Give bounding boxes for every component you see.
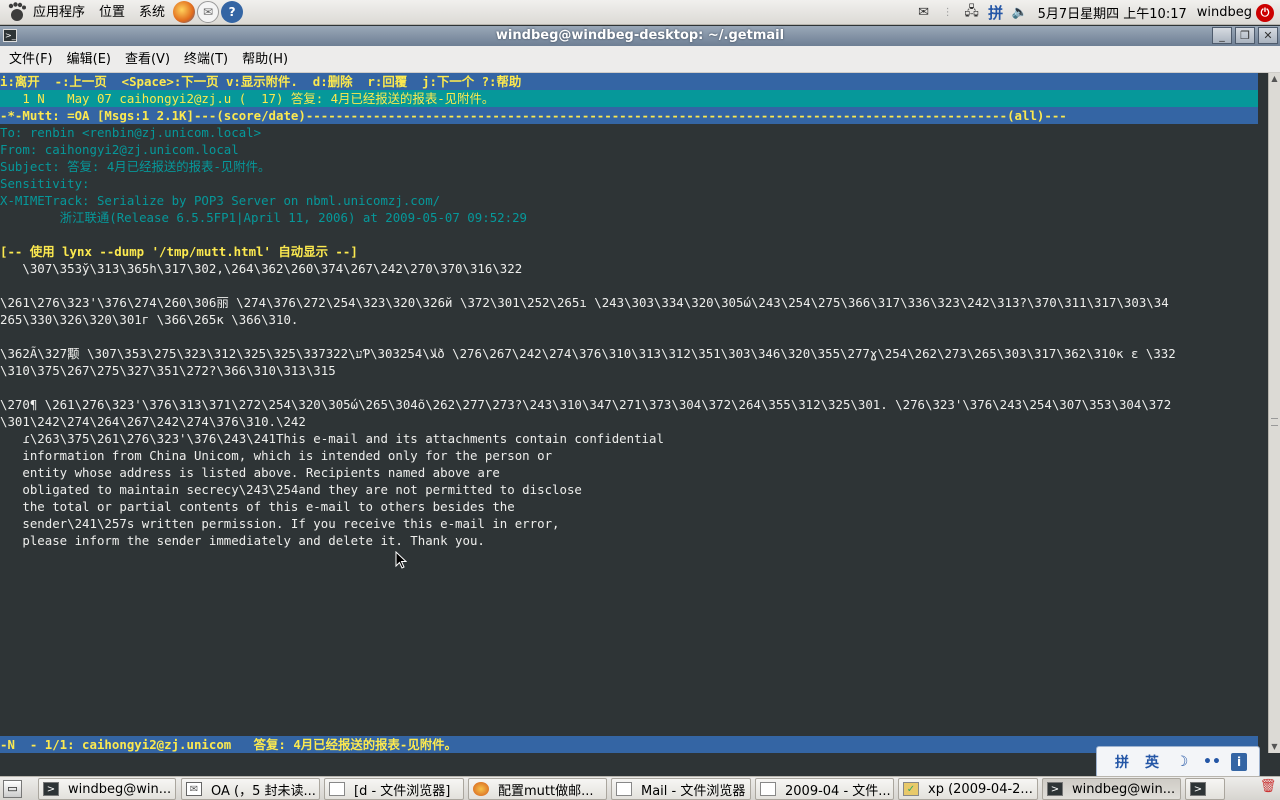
volume-icon[interactable]: 🔈 <box>1010 4 1030 22</box>
ime-pinyin-button[interactable]: 拼 <box>1111 751 1133 773</box>
help-launcher-icon[interactable]: ? <box>221 1 244 23</box>
mail-launcher-icon[interactable]: ✉ <box>197 1 220 23</box>
system-menu[interactable]: 系统 <box>132 0 172 25</box>
menu-terminal[interactable]: 终端(T) <box>177 46 235 73</box>
scroll-up-arrow-icon[interactable]: ▲ <box>1269 73 1280 85</box>
body-line: 265\330\326\320\301г \366\265ĸ \366\310. <box>0 312 299 327</box>
body-line <box>0 328 1258 345</box>
menu-file[interactable]: 文件(F) <box>2 46 60 73</box>
gnome-foot-icon <box>8 2 26 21</box>
file-browser-icon <box>329 782 345 796</box>
task-terminal-2[interactable]: > windbeg@win... <box>1042 778 1181 800</box>
task-mail[interactable]: ✉ OA (，5 封未读... <box>181 778 320 800</box>
top-panel: 应用程序 位置 系统 ✉ ? ✉ ⋮ 🖧 拼 🔈 5月7日星期四 上午10:17… <box>0 0 1280 25</box>
body-line: sender\241\257s written permission. If y… <box>0 516 560 531</box>
menu-edit[interactable]: 编辑(E) <box>60 46 118 73</box>
body-line: please inform the sender immediately and… <box>0 533 485 548</box>
header-sensitivity: Sensitivity: <box>0 176 90 191</box>
mutt-pager-status: -N - 1/1: caihongyi2@zj.unicom 答复: 4月已经报… <box>0 736 1258 753</box>
terminal-icon: > <box>1047 782 1063 796</box>
scroll-down-arrow-icon[interactable]: ▼ <box>1269 741 1280 753</box>
file-browser-icon <box>760 782 776 796</box>
firefox-launcher-icon[interactable] <box>173 1 196 23</box>
task-label: Mail - 文件浏览器 <box>641 783 746 799</box>
task-firefox[interactable]: 配置mutt做邮... <box>468 778 607 800</box>
applications-menu[interactable]: 应用程序 <box>0 0 92 25</box>
mutt-index-selected-message[interactable]: 1 N May 07 caihongyi2@zj.u ( 17) 答复: 4月已… <box>0 90 1258 107</box>
power-icon[interactable]: ⏻ <box>1256 3 1274 22</box>
trash-icon[interactable]: 🗑 <box>1259 779 1277 799</box>
mail-icon: ✉ <box>186 782 202 796</box>
mutt-help-line: i:离开 -:上一页 <Space>:下一页 v:显示附件. d:删除 r:回覆… <box>0 73 1258 90</box>
body-line <box>0 379 1258 396</box>
task-terminal-1[interactable]: > windbeg@win... <box>38 778 176 800</box>
network-icon[interactable]: 🖧 <box>962 4 982 22</box>
ime-english-toggle[interactable]: 英 <box>1141 751 1163 773</box>
handle-icon: ⋮ <box>942 7 953 18</box>
task-label: [d - 文件浏览器] <box>354 783 451 799</box>
menu-view[interactable]: 查看(V) <box>118 46 177 73</box>
maximize-button[interactable]: ❐ <box>1235 27 1255 44</box>
body-line: entity whose address is listed above. Re… <box>0 465 500 480</box>
terminal-menubar: 文件(F) 编辑(E) 查看(V) 终端(T) 帮助(H) <box>0 46 1280 73</box>
minimize-button[interactable]: _ <box>1212 27 1232 44</box>
body-line <box>0 277 1258 294</box>
header-to: To: renbin <renbin@zj.unicom.local> <box>0 125 262 140</box>
body-line: obligated to maintain secrecy\243\254and… <box>0 482 582 497</box>
ime-info-icon[interactable]: i <box>1231 753 1247 771</box>
terminal-screen[interactable]: i:离开 -:上一页 <Space>:下一页 v:显示附件. d:删除 r:回覆… <box>0 73 1268 753</box>
ime-toolbar[interactable]: 拼 英 ☽ •• i <box>1096 746 1260 778</box>
show-desktop-icon[interactable]: ▭ <box>3 780 22 798</box>
menu-help[interactable]: 帮助(H) <box>235 46 295 73</box>
attachment-notice: [-- 使用 lynx --dump '/tmp/mutt.html' 自动显示… <box>0 244 358 259</box>
body-line: \261\276\323'\376\274\260\306丽 \274\376\… <box>0 295 1169 310</box>
body-line: \362Ã\327颙 \307\353\275\323\312\325\325\… <box>0 346 1176 361</box>
applications-menu-label: 应用程序 <box>33 4 86 20</box>
ime-indicator[interactable]: 拼 <box>986 4 1006 22</box>
task-label: xp (2009-04-2... <box>928 781 1033 797</box>
header-x-mimetrack: X-MIMETrack: Serialize by POP3 Server on… <box>0 193 441 208</box>
terminal-icon: > <box>43 782 59 796</box>
body-line: ɾ\263\375\261\276\323'\376\243\241This e… <box>0 431 664 446</box>
image-viewer-icon: ✓ <box>903 782 919 796</box>
window-titlebar[interactable]: >_ windbeg@windbeg-desktop: ~/.getmail _… <box>0 26 1280 46</box>
scrollbar-grip[interactable] <box>1271 418 1278 426</box>
task-image-viewer[interactable]: ✓ xp (2009-04-2... <box>898 778 1038 800</box>
window-title: windbeg@windbeg-desktop: ~/.getmail <box>495 28 785 43</box>
task-terminal-3[interactable]: > <box>1185 778 1225 800</box>
user-switcher[interactable]: windbeg <box>1197 5 1252 20</box>
body-line: information from China Unicom, which is … <box>0 448 553 463</box>
places-menu[interactable]: 位置 <box>92 0 132 25</box>
header-subject: Subject: 答复: 4月已经报送的报表-见附件。 <box>0 159 271 174</box>
body-line: \301\242\274\264\267\242\274\376\310.\24… <box>0 414 306 429</box>
task-file-browser-2009[interactable]: 2009-04 - 文件... <box>755 778 894 800</box>
header-x-mimetrack-cont: 浙江联通(Release 6.5.5FP1|April 11, 2006) at… <box>0 210 527 225</box>
ime-halfwidth-icon[interactable]: ☽ <box>1171 751 1193 773</box>
panel-tray: ✉ ⋮ 🖧 拼 🔈 5月7日星期四 上午10:17 windbeg ⏻ <box>912 0 1280 25</box>
task-file-browser-mail[interactable]: Mail - 文件浏览器 <box>611 778 751 800</box>
body-line: \307\353ў\313\365h\317\302,\264\362\260\… <box>0 261 523 276</box>
body-line: the total or partial contents of this e-… <box>0 499 515 514</box>
task-label: windbeg@win... <box>68 781 172 797</box>
close-button[interactable]: ✕ <box>1258 27 1278 44</box>
bottom-taskbar: ▭ > windbeg@win... ✉ OA (，5 封未读... [d - … <box>0 776 1280 800</box>
task-label: OA (，5 封未读... <box>211 783 316 799</box>
header-from: From: caihongyi2@zj.unicom.local <box>0 142 239 157</box>
ime-punctuation-icon[interactable]: •• <box>1201 751 1223 773</box>
mouse-pointer-icon <box>395 551 407 569</box>
mail-notify-icon[interactable]: ✉ <box>914 4 934 22</box>
task-file-browser-d[interactable]: [d - 文件浏览器] <box>324 778 464 800</box>
terminal-scrollbar[interactable]: ▲ ▼ <box>1268 73 1280 753</box>
task-label: windbeg@win... <box>1072 781 1176 797</box>
firefox-icon <box>473 782 489 796</box>
task-label: 配置mutt做邮... <box>498 783 594 799</box>
terminal-icon: > <box>1190 782 1206 796</box>
body-line: \270¶ \261\276\323'\376\313\371\272\254\… <box>0 397 1172 412</box>
file-browser-icon <box>616 782 632 796</box>
mutt-status-line: -*-Mutt: =OA [Msgs:1 2.1K]---(score/date… <box>0 107 1258 124</box>
clock[interactable]: 5月7日星期四 上午10:17 <box>1038 3 1187 22</box>
body-line: \310\375\267\275\327\351\272?\366\310\31… <box>0 363 336 378</box>
task-label: 2009-04 - 文件... <box>785 783 891 799</box>
